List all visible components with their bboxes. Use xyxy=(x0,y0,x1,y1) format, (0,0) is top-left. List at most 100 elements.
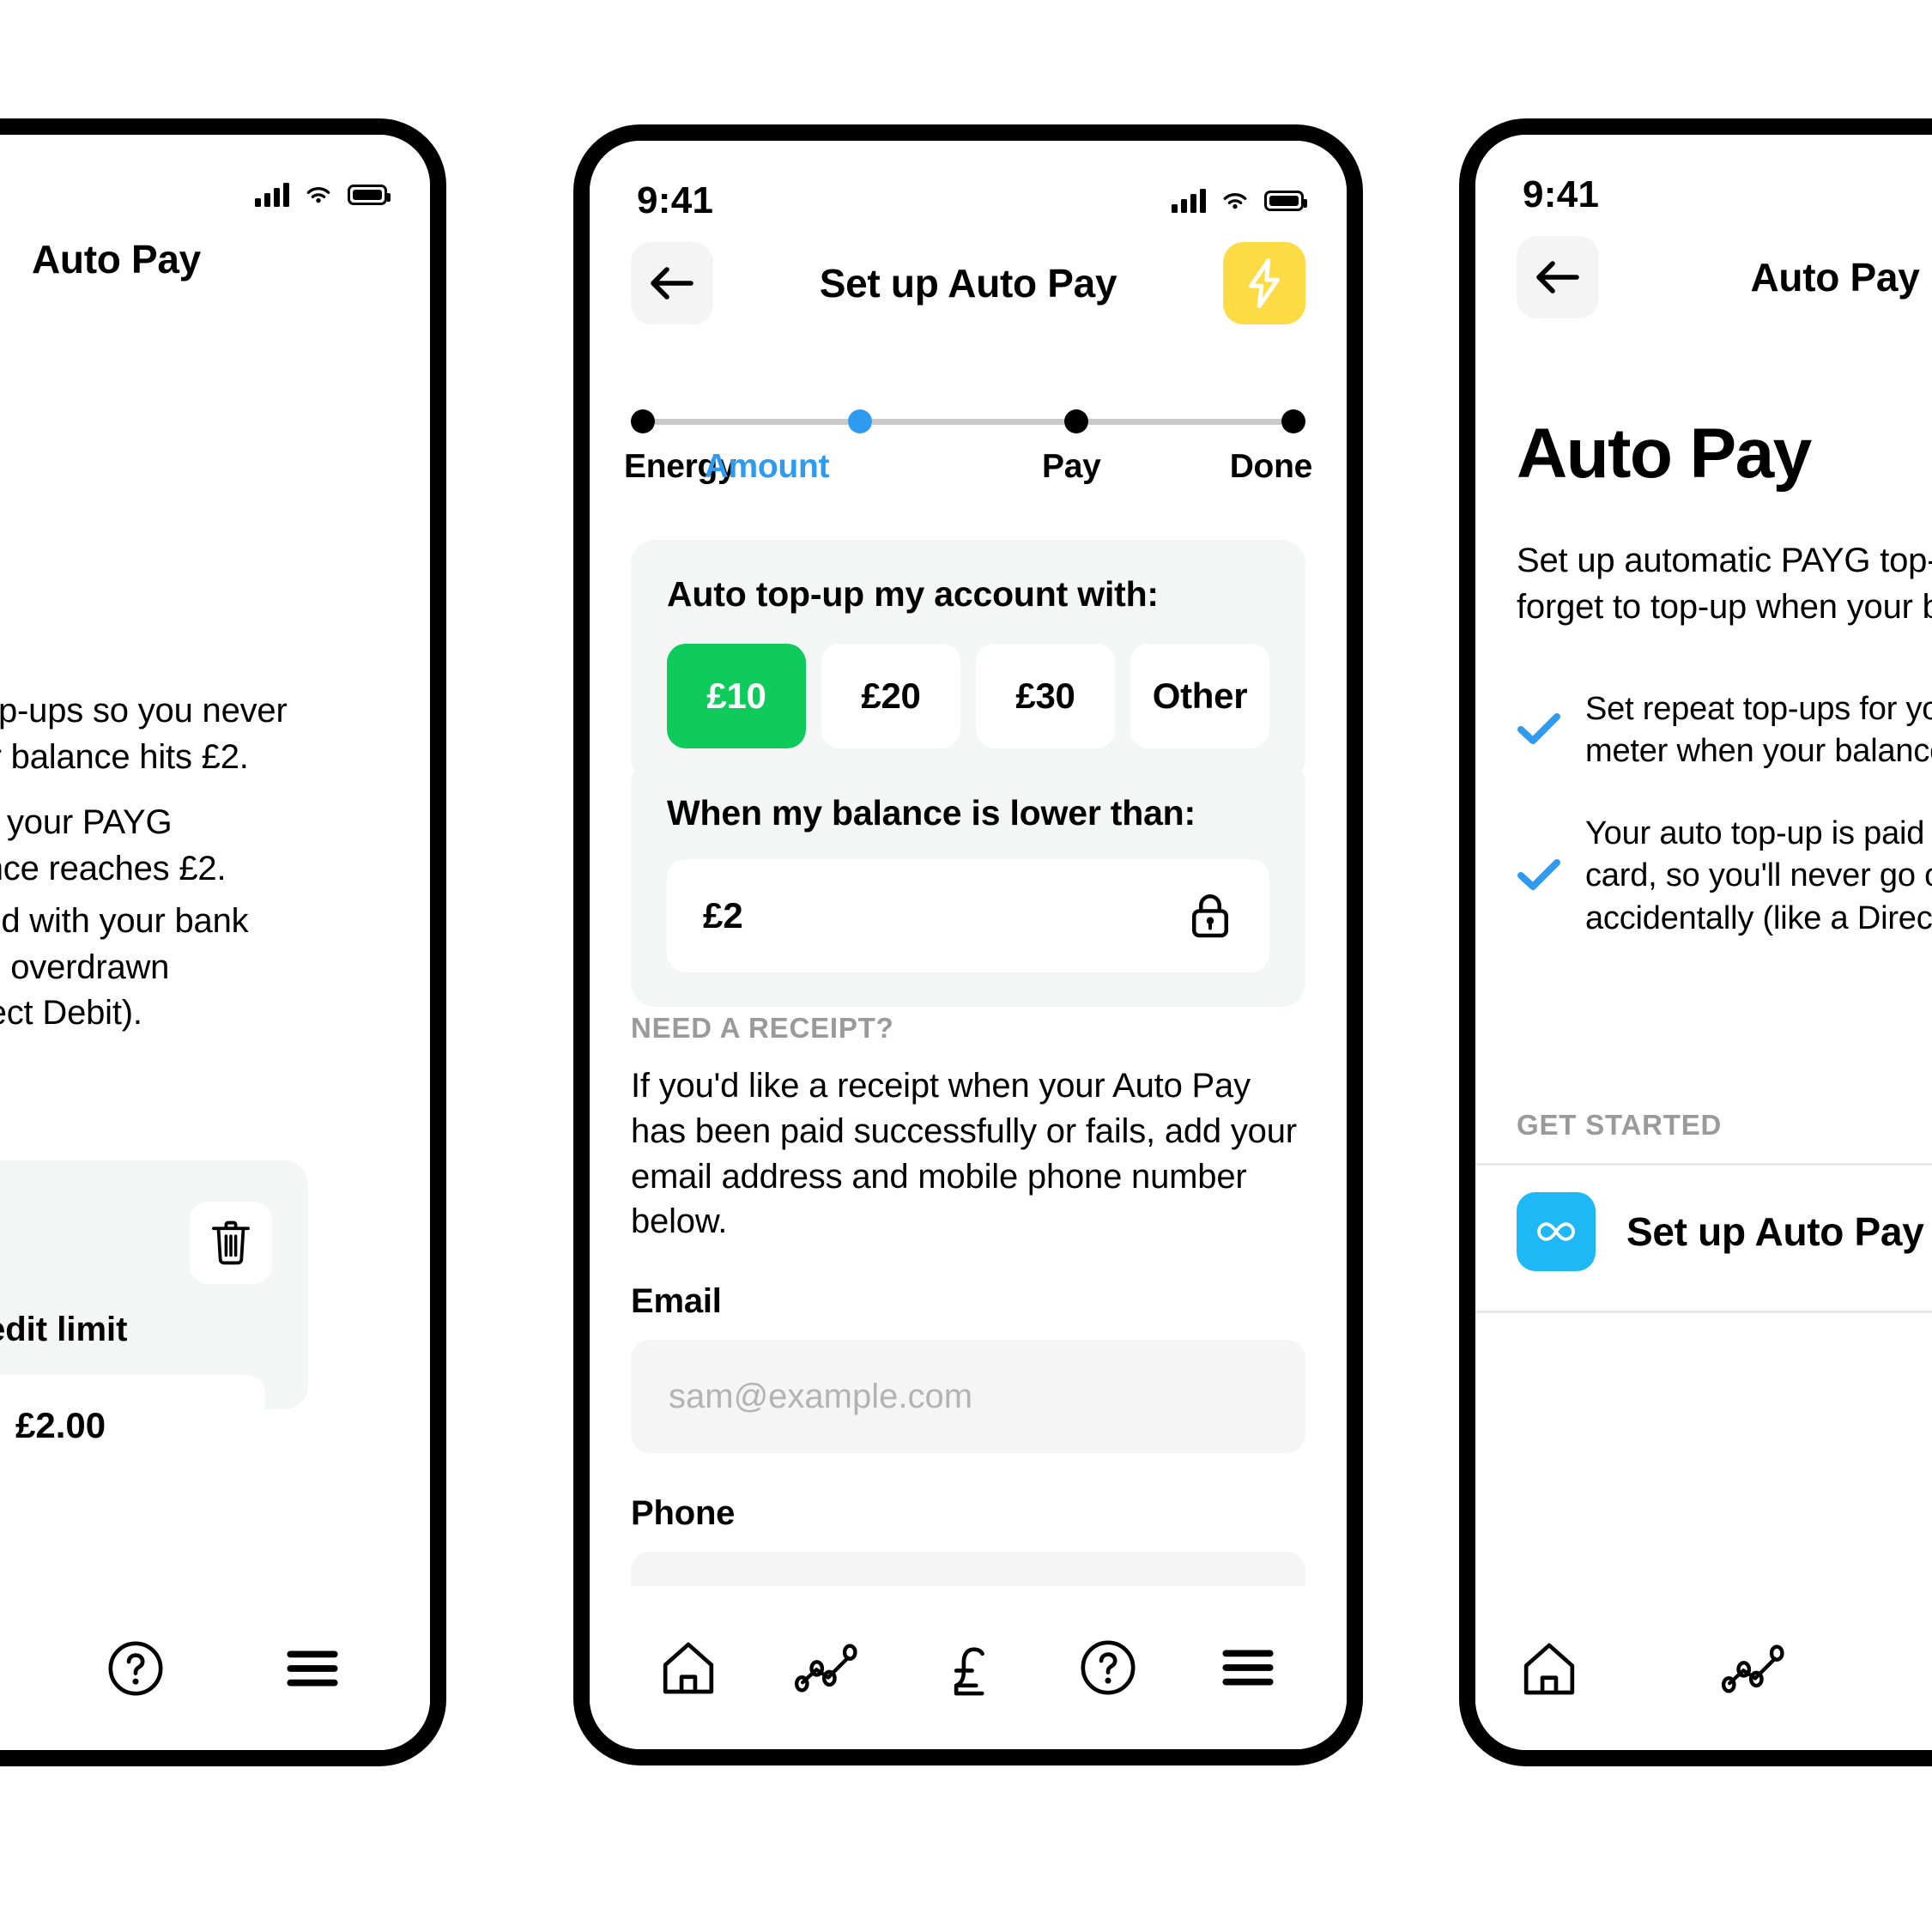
phone-right: 9:41 Auto Pay Auto Pay Set up automatic … xyxy=(1459,118,1932,1766)
back-button[interactable] xyxy=(1517,236,1599,318)
pound-meter-icon xyxy=(954,1647,984,1696)
topup-amount-title: Auto top-up my account with: xyxy=(667,574,1159,614)
amount-option-other[interactable]: Other xyxy=(1130,644,1269,748)
tab-menu[interactable] xyxy=(273,1629,352,1708)
benefit-item-1: Set repeat top-ups for yo meter when you… xyxy=(1517,688,1932,773)
get-started-label: GET STARTED xyxy=(1517,1109,1723,1141)
step-connector-1 xyxy=(655,418,848,425)
step-dot-done[interactable] xyxy=(1281,409,1306,433)
center-status-time: 9:41 xyxy=(637,179,714,221)
screenshot-stage: Auto Pay c PAYG top-ups so you never whe… xyxy=(0,0,1932,1932)
divider-bottom xyxy=(1475,1311,1932,1313)
balance-threshold-input[interactable]: £2 xyxy=(667,859,1269,972)
left-status-bar xyxy=(0,135,430,229)
infinity-icon xyxy=(1537,1222,1575,1241)
tab-pound-meter[interactable] xyxy=(1922,1629,1932,1708)
back-arrow-icon xyxy=(651,267,693,300)
stepper-track xyxy=(631,407,1306,436)
center-screen: 9:41 Set up Auto Pay Energy Amount Pay D… xyxy=(590,141,1347,1749)
balance-threshold-card: When my balance is lower than: £2 xyxy=(631,759,1305,1007)
receipt-section: NEED A RECEIPT? If you'd like a receipt … xyxy=(631,1012,1305,1604)
step-dot-amount[interactable] xyxy=(847,409,872,433)
step-connector-3 xyxy=(1088,418,1282,425)
tab-pound-meter[interactable] xyxy=(929,1628,1008,1707)
amount-option-20[interactable]: £20 xyxy=(821,644,960,748)
back-button[interactable] xyxy=(631,242,713,324)
wifi-icon xyxy=(1223,193,1247,209)
step-connector-2 xyxy=(871,418,1065,425)
credit-limit-value[interactable]: £2.00 xyxy=(0,1375,265,1476)
right-tab-bar xyxy=(1475,1587,1932,1750)
tab-home[interactable] xyxy=(1510,1629,1589,1708)
wifi-icon xyxy=(306,187,330,203)
step-label-amount: Amount xyxy=(704,448,830,485)
step-label-pay: Pay xyxy=(1042,448,1101,485)
amount-option-30[interactable]: £30 xyxy=(976,644,1115,748)
home-icon xyxy=(663,1642,714,1694)
delete-button[interactable] xyxy=(190,1202,272,1284)
usage-graph-icon xyxy=(795,1644,857,1693)
check-icon xyxy=(1517,857,1561,896)
phone-left: Auto Pay c PAYG top-ups so you never whe… xyxy=(0,118,446,1766)
right-navbar: Auto Pay xyxy=(1475,236,1932,318)
left-nav-title: Auto Pay xyxy=(32,237,201,282)
benefit-item-2-text: Your auto top-up is paid card, so you'll… xyxy=(1585,815,1932,936)
balance-threshold-title: When my balance is lower than: xyxy=(667,793,1196,833)
tab-usage[interactable] xyxy=(789,1628,868,1707)
balance-threshold-value: £2 xyxy=(703,895,743,936)
credit-limit-label: Credit limit xyxy=(0,1311,128,1348)
usage-graph-icon xyxy=(1722,1644,1784,1693)
hamburger-menu-icon xyxy=(287,1650,338,1687)
left-paragraph-3: p-up is paid with your bank ll never go … xyxy=(0,902,249,1033)
benefit-item-2: Your auto top-up is paid card, so you'll… xyxy=(1517,813,1932,940)
email-label: Email xyxy=(631,1282,722,1321)
center-nav-title: Set up Auto Pay xyxy=(819,261,1117,306)
set-up-auto-pay-label: Set up Auto Pay xyxy=(1626,1209,1924,1254)
question-circle-icon xyxy=(1081,1640,1136,1695)
left-paragraph-2: op-ups for your PAYG your balance reache… xyxy=(0,803,227,887)
trash-icon xyxy=(212,1220,250,1265)
divider-top xyxy=(1475,1163,1932,1166)
tab-menu[interactable] xyxy=(1208,1628,1287,1707)
back-arrow-icon xyxy=(1536,261,1579,294)
check-icon xyxy=(1517,712,1561,750)
signal-icon xyxy=(1172,189,1206,213)
tab-usage[interactable] xyxy=(1716,1629,1795,1708)
amount-option-10[interactable]: £10 xyxy=(667,644,806,748)
signal-icon xyxy=(255,183,289,207)
topup-amount-card: Auto top-up my account with: £10 £20 £30… xyxy=(631,540,1305,783)
question-circle-icon xyxy=(108,1641,163,1696)
email-input[interactable]: sam@example.com xyxy=(631,1340,1305,1454)
left-paragraph-1: c PAYG top-ups so you never when your ba… xyxy=(0,692,288,776)
center-status-bar: 9:41 xyxy=(590,141,1347,235)
setup-progress-stepper: Energy Amount Pay Done xyxy=(624,407,1312,486)
center-status-icons xyxy=(1172,189,1307,213)
set-up-auto-pay-row[interactable]: Set up Auto Pay xyxy=(1517,1192,1924,1271)
tab-help[interactable] xyxy=(96,1629,175,1708)
hamburger-menu-icon xyxy=(1222,1650,1274,1686)
right-screen: 9:41 Auto Pay Auto Pay Set up automatic … xyxy=(1475,135,1932,1750)
left-credit-card: Credit limit £2.00 xyxy=(0,1160,308,1476)
center-tab-bar xyxy=(590,1586,1347,1749)
quick-action-button[interactable] xyxy=(1223,242,1305,324)
phone-label: Phone xyxy=(631,1494,736,1533)
left-screen: Auto Pay c PAYG top-ups so you never whe… xyxy=(0,135,430,1750)
topup-amount-options: £10 £20 £30 Other xyxy=(667,644,1269,748)
step-label-done: Done xyxy=(1229,448,1313,485)
right-intro-text: Set up automatic PAYG top-u forget to to… xyxy=(1517,542,1932,626)
home-icon xyxy=(1523,1643,1575,1695)
left-tab-bar xyxy=(0,1587,430,1750)
phone-center: 9:41 Set up Auto Pay Energy Amount Pay D… xyxy=(573,124,1363,1765)
left-navbar: Auto Pay xyxy=(0,236,430,282)
battery-icon xyxy=(1264,191,1307,211)
stepper-labels: Energy Amount Pay Done xyxy=(624,448,1312,486)
tab-home[interactable] xyxy=(649,1628,728,1707)
lock-icon xyxy=(1192,894,1228,938)
step-dot-energy[interactable] xyxy=(631,409,655,433)
right-status-bar: 9:41 xyxy=(1475,135,1932,229)
right-status-time: 9:41 xyxy=(1523,173,1600,215)
step-dot-pay[interactable] xyxy=(1064,409,1089,433)
lightning-bolt-icon xyxy=(1249,257,1280,309)
left-status-icons xyxy=(255,183,391,207)
tab-help[interactable] xyxy=(1069,1628,1148,1707)
